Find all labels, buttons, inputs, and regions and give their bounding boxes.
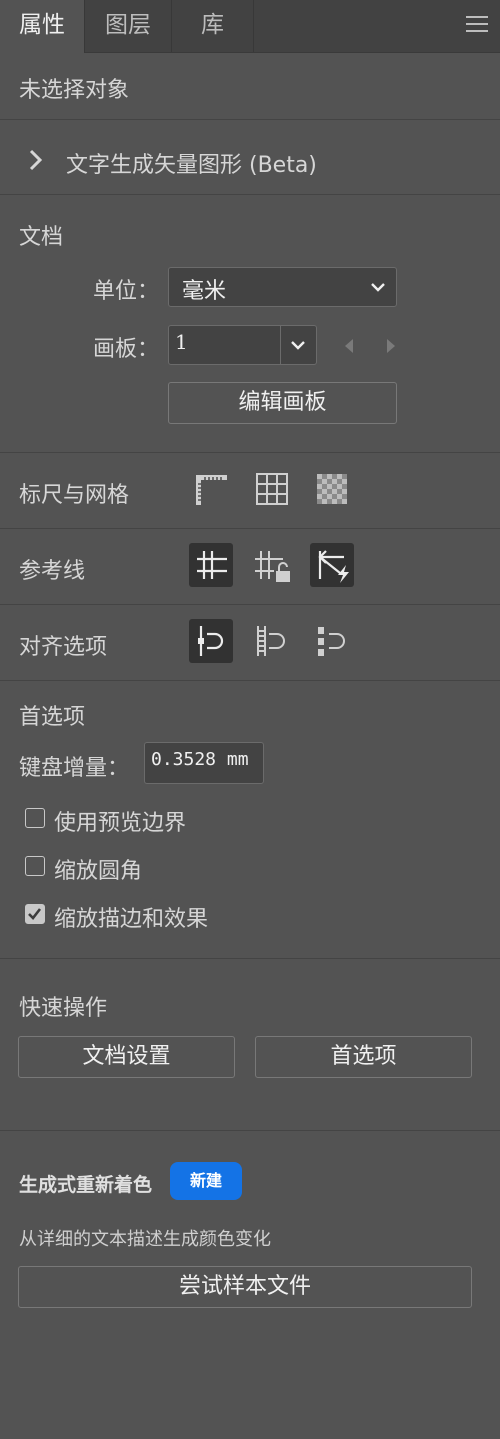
divider <box>0 680 500 681</box>
artboard-label: 画板： <box>93 337 160 362</box>
snap-to-pixel-icon[interactable] <box>250 619 294 663</box>
use-preview-bounds-checkbox[interactable] <box>25 808 45 828</box>
divider <box>0 119 500 120</box>
no-selection-label: 未选择对象 <box>19 78 130 103</box>
ruler-icon[interactable] <box>189 467 233 511</box>
transparency-grid-icon[interactable] <box>310 467 354 511</box>
tab-properties[interactable]: 属性 <box>0 0 85 53</box>
divider <box>0 604 500 605</box>
units-dropdown[interactable]: 毫米 <box>168 267 397 307</box>
chevron-right-icon[interactable] <box>26 148 46 172</box>
preferences-title: 首选项 <box>19 705 86 730</box>
tab-bar: 属性 图层 库 <box>0 0 500 53</box>
divider <box>0 528 500 529</box>
artboard-input[interactable]: 1 <box>168 325 281 365</box>
rulers-grids-title: 标尺与网格 <box>19 483 130 508</box>
artboard-dropdown-button[interactable] <box>280 325 317 365</box>
new-badge: 新建 <box>170 1162 242 1200</box>
previous-artboard-icon[interactable] <box>342 337 356 355</box>
scale-strokes-effects-checkbox[interactable] <box>25 904 45 924</box>
guides-icon[interactable] <box>189 543 233 587</box>
generative-recolor-title: 生成式重新着色 <box>19 1174 153 1196</box>
artboard-value: 1 <box>175 330 188 354</box>
keyboard-increment-value: 0.3528 mm <box>151 749 249 770</box>
tab-layers[interactable]: 图层 <box>85 0 172 52</box>
chevron-down-icon <box>291 341 305 350</box>
divider <box>0 452 500 453</box>
document-section-title: 文档 <box>19 225 64 250</box>
try-sample-file-button[interactable]: 尝试样本文件 <box>18 1266 472 1308</box>
divider <box>0 1130 500 1131</box>
units-value: 毫米 <box>182 279 227 304</box>
scale-corners-checkbox[interactable] <box>25 856 45 876</box>
divider <box>0 958 500 959</box>
generative-recolor-description: 从详细的文本描述生成颜色变化 <box>19 1229 271 1250</box>
align-options-title: 对齐选项 <box>19 635 108 660</box>
units-label: 单位： <box>93 279 160 304</box>
scale-strokes-effects-label: 缩放描边和效果 <box>54 907 209 932</box>
edit-artboards-button[interactable]: 编辑画板 <box>168 382 397 424</box>
guides-title: 参考线 <box>19 559 86 584</box>
divider <box>0 194 500 195</box>
next-artboard-icon[interactable] <box>384 337 398 355</box>
preferences-button[interactable]: 首选项 <box>255 1036 472 1078</box>
smart-guides-icon[interactable] <box>310 543 354 587</box>
keyboard-increment-input[interactable]: 0.3528 mm <box>144 742 264 784</box>
chevron-down-icon <box>371 283 385 292</box>
tab-libraries[interactable]: 库 <box>172 0 254 52</box>
snap-to-point-icon[interactable] <box>189 619 233 663</box>
lock-guides-icon[interactable] <box>250 543 294 587</box>
document-setup-button[interactable]: 文档设置 <box>18 1036 235 1078</box>
checkmark-icon <box>28 908 42 920</box>
panel-menu-icon[interactable] <box>466 16 488 34</box>
grid-icon[interactable] <box>250 467 294 511</box>
keyboard-increment-label: 键盘增量： <box>19 756 130 781</box>
scale-corners-label: 缩放圆角 <box>54 859 143 884</box>
text-to-vector-label[interactable]: 文字生成矢量图形 (Beta) <box>66 147 317 179</box>
use-preview-bounds-label: 使用预览边界 <box>54 811 187 836</box>
quick-actions-title: 快速操作 <box>19 996 108 1021</box>
snap-to-glyph-icon[interactable] <box>310 619 354 663</box>
